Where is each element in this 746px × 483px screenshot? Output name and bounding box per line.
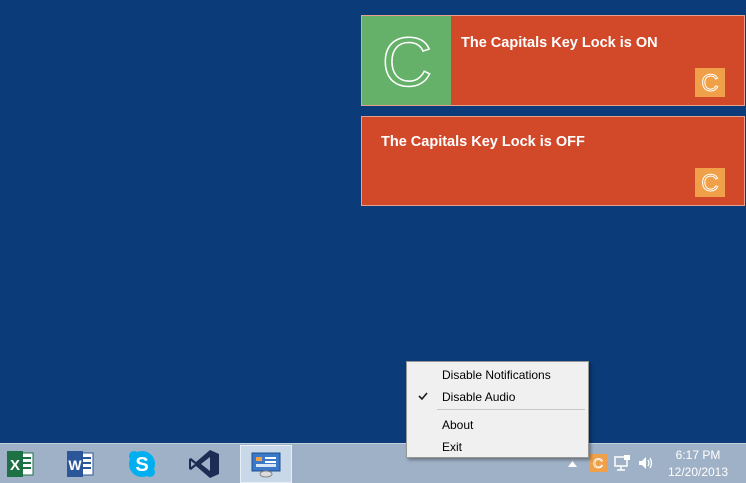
visual-studio-taskbar-button[interactable] bbox=[178, 445, 230, 483]
word-taskbar-button[interactable]: W bbox=[54, 445, 106, 483]
excel-taskbar-button[interactable]: X bbox=[0, 445, 46, 483]
capslock-badge-icon: C bbox=[695, 168, 725, 197]
capslock-letter-tile: C bbox=[362, 16, 451, 105]
menu-item-label: About bbox=[442, 418, 474, 432]
chevron-up-icon bbox=[567, 461, 577, 467]
tray-context-menu: Disable Notifications Disable Audio Abou… bbox=[406, 361, 589, 458]
capslock-app-taskbar-button[interactable] bbox=[240, 445, 292, 483]
menu-item-exit[interactable]: Exit bbox=[407, 436, 588, 458]
taskbar-clock[interactable]: 6:17 PM 12/20/2013 bbox=[662, 447, 734, 481]
menu-item-label: Exit bbox=[442, 440, 463, 454]
notification-title: The Capitals Key Lock is ON bbox=[461, 35, 658, 51]
skype-taskbar-button[interactable]: S bbox=[116, 445, 168, 483]
menu-item-label: Disable Audio bbox=[442, 390, 516, 404]
skype-icon: S bbox=[129, 451, 155, 477]
notification-title: The Capitals Key Lock is OFF bbox=[381, 134, 585, 150]
capslock-on-notification[interactable]: C The Capitals Key Lock is ON C bbox=[361, 15, 745, 106]
svg-text:S: S bbox=[135, 454, 148, 476]
capslock-app-icon bbox=[251, 452, 281, 478]
excel-icon: X bbox=[7, 451, 34, 477]
show-hidden-icons-button[interactable] bbox=[566, 457, 578, 471]
menu-item-disable-audio[interactable]: Disable Audio bbox=[407, 386, 588, 408]
volume-icon[interactable] bbox=[637, 454, 655, 472]
taskbar: X W S bbox=[0, 443, 746, 483]
clock-date: 12/20/2013 bbox=[667, 465, 729, 479]
letter-c-outline-icon: C bbox=[381, 22, 433, 102]
menu-separator bbox=[437, 409, 585, 410]
capslock-tray-icon[interactable]: C bbox=[589, 454, 607, 472]
svg-text:C: C bbox=[593, 455, 603, 471]
svg-text:C: C bbox=[701, 170, 718, 197]
svg-text:W: W bbox=[68, 457, 82, 473]
menu-item-disable-notifications[interactable]: Disable Notifications bbox=[407, 364, 588, 386]
checkmark-icon bbox=[417, 390, 429, 405]
svg-text:C: C bbox=[382, 23, 433, 101]
visual-studio-icon bbox=[189, 450, 219, 478]
svg-text:C: C bbox=[701, 70, 718, 97]
word-icon: W bbox=[67, 451, 94, 477]
capslock-badge-icon: C bbox=[695, 68, 725, 97]
clock-time: 6:17 PM bbox=[675, 448, 721, 462]
svg-text:X: X bbox=[10, 457, 20, 474]
menu-item-label: Disable Notifications bbox=[442, 368, 551, 382]
network-icon[interactable] bbox=[613, 454, 631, 472]
capslock-off-notification[interactable]: The Capitals Key Lock is OFF C bbox=[361, 116, 745, 206]
menu-item-about[interactable]: About bbox=[407, 414, 588, 436]
